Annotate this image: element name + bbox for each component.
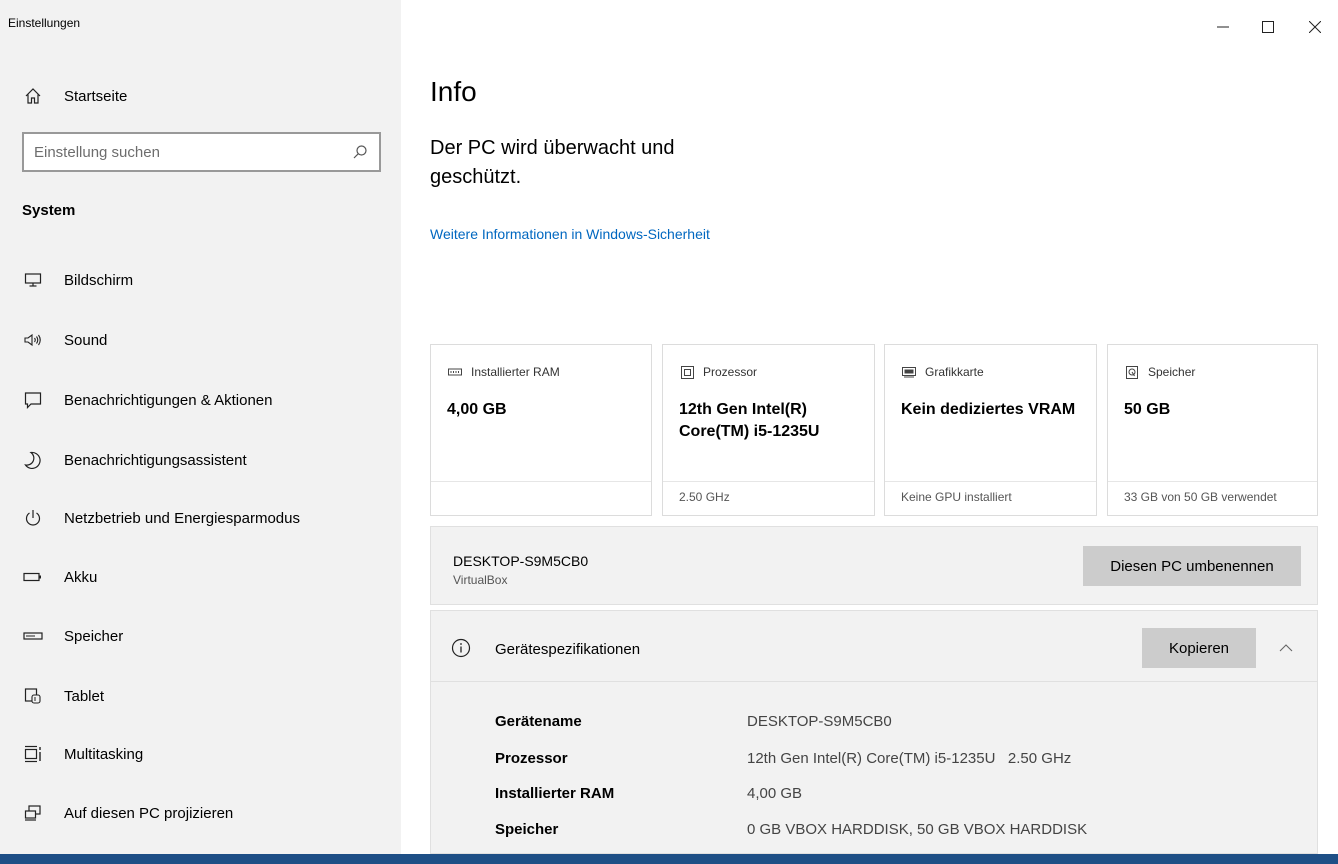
- battery-icon: [22, 566, 44, 588]
- sidebar-item-label: Benachrichtigungsassistent: [64, 451, 247, 469]
- card-storage: Speicher 50 GB 33 GB von 50 GB verwendet: [1107, 344, 1318, 516]
- storage-icon: [1124, 365, 1140, 379]
- specs-header[interactable]: Gerätespezifikationen Kopieren: [431, 611, 1317, 682]
- sidebar-item-benachrichtigungsassistent[interactable]: Benachrichtigungsassistent: [22, 448, 247, 472]
- project-icon: [22, 802, 44, 824]
- window-title: Einstellungen: [8, 16, 81, 30]
- close-button[interactable]: [1300, 12, 1330, 42]
- pc-name: DESKTOP-S9M5CB0: [453, 553, 589, 569]
- speaker-icon: [22, 329, 44, 351]
- spec-value: 4,00 GB: [747, 785, 803, 802]
- sidebar-item-projizieren[interactable]: Auf diesen PC projizieren: [22, 801, 233, 825]
- specs-title: Gerätespezifikationen: [495, 641, 641, 658]
- info-icon: [451, 638, 471, 658]
- chevron-up-icon[interactable]: [1275, 637, 1297, 659]
- card-header: Speicher: [1124, 365, 1195, 379]
- pc-name-panel: DESKTOP-S9M5CB0 VirtualBox Diesen PC umb…: [430, 526, 1318, 605]
- card-header: Prozessor: [679, 365, 757, 379]
- card-ram: Installierter RAM 4,00 GB: [430, 344, 652, 516]
- graphics-card-icon: [901, 365, 917, 379]
- card-label: Speicher: [1148, 365, 1196, 379]
- card-label: Prozessor: [703, 365, 758, 379]
- card-value: 12th Gen Intel(R) Core(TM) i5-1235U: [679, 401, 820, 440]
- monitor-icon: [22, 269, 44, 291]
- search-box[interactable]: [22, 132, 381, 172]
- search-input[interactable]: [34, 143, 351, 161]
- maximize-icon: [1262, 21, 1274, 33]
- sidebar-item-label: Tablet: [64, 687, 105, 705]
- power-icon: [22, 507, 44, 529]
- storage-icon: [22, 625, 44, 647]
- card-header: Grafikkarte: [901, 365, 984, 379]
- sidebar-item-label: Multitasking: [64, 745, 144, 763]
- card-footer: Keine GPU installiert: [885, 481, 1096, 515]
- sidebar-item-label: Speicher: [64, 627, 124, 645]
- sidebar-item-home[interactable]: Startseite: [22, 84, 127, 108]
- sidebar-item-sound[interactable]: Sound: [22, 328, 107, 352]
- sidebar-item-label: Netzbetrieb und Energiesparmodus: [64, 509, 300, 527]
- sidebar-item-multitasking[interactable]: Multitasking: [22, 742, 143, 766]
- sidebar-item-label: Auf diesen PC projizieren: [64, 804, 234, 822]
- minimize-button-real[interactable]: [1208, 12, 1238, 42]
- card-footer: [431, 481, 651, 515]
- card-label: Installierter RAM: [471, 365, 560, 379]
- card-header: Installierter RAM: [447, 365, 560, 379]
- sidebar-item-netzbetrieb[interactable]: Netzbetrieb und Energiesparmodus: [22, 506, 300, 530]
- card-graphics: Grafikkarte Kein dediziertes VRAM Keine …: [884, 344, 1097, 516]
- sidebar-item-label: Startseite: [64, 87, 128, 105]
- copy-button[interactable]: Kopieren: [1142, 628, 1256, 668]
- processor-icon: [679, 365, 695, 379]
- sidebar: Einstellungen Startseite System Bildschi…: [0, 0, 401, 854]
- section-label: System: [22, 202, 76, 219]
- spec-key: Prozessor: [495, 750, 568, 767]
- protection-status: Der PC wird überwacht und geschützt.: [430, 137, 675, 188]
- maximize-button[interactable]: [1253, 12, 1283, 42]
- taskbar: [0, 854, 1338, 864]
- spec-value: DESKTOP-S9M5CB0: [747, 713, 892, 730]
- sidebar-item-benachrichtigungen[interactable]: Benachrichtigungen & Aktionen: [22, 388, 272, 412]
- sidebar-item-label: Akku: [64, 568, 98, 586]
- pc-model: VirtualBox: [453, 573, 508, 587]
- sidebar-item-bildschirm[interactable]: Bildschirm: [22, 268, 133, 292]
- minimize-icon: [1217, 26, 1229, 28]
- spec-key: Speicher: [495, 821, 559, 838]
- multitasking-icon: [22, 743, 44, 765]
- spec-key: Installierter RAM: [495, 785, 615, 802]
- ram-icon: [447, 365, 463, 379]
- rename-pc-button[interactable]: Diesen PC umbenennen: [1083, 546, 1301, 586]
- search-icon[interactable]: [351, 143, 369, 161]
- sidebar-item-label: Bildschirm: [64, 271, 134, 289]
- security-link[interactable]: Weitere Informationen in Windows-Sicherh…: [430, 226, 710, 242]
- device-specs-panel: Gerätespezifikationen Kopieren Gerätenam…: [430, 610, 1318, 854]
- sidebar-item-tablet[interactable]: Tablet: [22, 684, 104, 708]
- spec-key: Gerätename: [495, 713, 582, 730]
- tablet-icon: [22, 685, 44, 707]
- sidebar-item-speicher[interactable]: Speicher: [22, 624, 123, 648]
- card-processor: Prozessor 12th Gen Intel(R) Core(TM) i5-…: [662, 344, 875, 516]
- spec-value: 12th Gen Intel(R) Core(TM) i5-1235U 2.50…: [747, 750, 1072, 767]
- card-value: 50 GB: [1124, 401, 1171, 418]
- sidebar-item-label: Benachrichtigungen & Aktionen: [64, 391, 273, 409]
- card-label: Grafikkarte: [925, 365, 984, 379]
- card-footer: 33 GB von 50 GB verwendet: [1108, 481, 1317, 515]
- page-title: Info: [430, 76, 477, 107]
- sidebar-item-akku[interactable]: Akku: [22, 565, 97, 589]
- spec-value: 0 GB VBOX HARDDISK, 50 GB VBOX HARDDISK: [747, 821, 1088, 838]
- card-value: Kein dediziertes VRAM: [901, 401, 1076, 418]
- sidebar-item-label: Sound: [64, 331, 108, 349]
- card-footer: 2.50 GHz: [663, 481, 874, 515]
- home-icon: [22, 87, 44, 105]
- card-value: 4,00 GB: [447, 401, 507, 418]
- notification-icon: [22, 389, 44, 411]
- moon-icon: [22, 449, 44, 471]
- close-icon: [1309, 21, 1321, 33]
